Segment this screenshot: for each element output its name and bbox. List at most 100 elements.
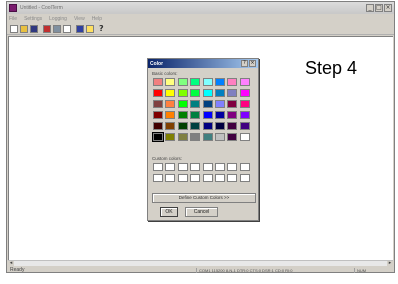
ok-button[interactable]: OK [160, 207, 178, 217]
color-dialog: Color ? × Basic colors: Custom colors: D… [147, 58, 259, 221]
basic-color-swatch[interactable] [190, 89, 201, 97]
basic-color-swatch[interactable] [227, 89, 238, 97]
basic-color-swatch[interactable] [239, 100, 250, 108]
basic-color-swatch[interactable] [239, 89, 250, 97]
custom-color-swatch[interactable] [177, 163, 188, 171]
clear-icon[interactable] [76, 24, 84, 33]
custom-color-swatch[interactable] [190, 163, 201, 171]
basic-colors-label: Basic colors: [152, 71, 178, 76]
toolbar: ? [7, 23, 394, 35]
basic-color-swatch[interactable] [177, 100, 188, 108]
basic-color-swatch[interactable] [165, 111, 176, 119]
basic-color-swatch[interactable] [239, 122, 250, 130]
basic-color-swatch[interactable] [227, 122, 238, 130]
menu-settings[interactable]: Settings [24, 16, 42, 22]
basic-color-swatch[interactable] [190, 133, 201, 141]
basic-color-swatch[interactable] [177, 78, 188, 86]
menu-logging[interactable]: Logging [49, 16, 67, 22]
custom-color-swatch[interactable] [227, 163, 238, 171]
basic-color-swatch[interactable] [202, 133, 213, 141]
basic-color-swatch[interactable] [190, 111, 201, 119]
close-button[interactable]: × [384, 4, 392, 12]
dialog-title-bar[interactable]: Color ? × [148, 59, 258, 68]
basic-color-swatch[interactable] [153, 111, 163, 119]
custom-color-swatch[interactable] [214, 174, 225, 182]
basic-color-swatch[interactable] [153, 100, 163, 108]
basic-color-swatch[interactable] [153, 89, 163, 97]
basic-color-swatch[interactable] [153, 122, 163, 130]
basic-color-swatch[interactable] [214, 122, 225, 130]
basic-color-swatch[interactable] [177, 89, 188, 97]
custom-color-swatch[interactable] [177, 174, 188, 182]
menu-help[interactable]: Help [92, 16, 102, 22]
menu-file[interactable]: File [9, 16, 17, 22]
maximize-button[interactable]: □ [375, 4, 383, 12]
basic-color-swatch[interactable] [239, 78, 250, 86]
app-icon [9, 4, 17, 12]
about-icon[interactable] [86, 24, 94, 33]
basic-color-swatch[interactable] [190, 78, 201, 86]
basic-color-swatch[interactable] [177, 111, 188, 119]
basic-color-swatch[interactable] [190, 100, 201, 108]
save-icon[interactable] [30, 24, 38, 33]
basic-color-swatch[interactable] [202, 78, 213, 86]
help-icon[interactable]: ? [99, 24, 105, 33]
basic-color-swatch[interactable] [202, 111, 213, 119]
define-custom-colors-button[interactable]: Define Custom Colors >> [152, 193, 256, 203]
disconnect-icon[interactable] [53, 24, 61, 33]
minimize-button[interactable]: _ [366, 4, 374, 12]
basic-color-swatch[interactable] [165, 78, 176, 86]
custom-color-swatch[interactable] [153, 174, 163, 182]
status-bar: Ready COM1 115200 8-N-1 DTR:0 CTS:0 DSR:… [7, 266, 394, 274]
open-icon[interactable] [20, 24, 28, 33]
custom-colors-grid [153, 163, 250, 182]
basic-color-swatch[interactable] [227, 133, 238, 141]
basic-color-swatch[interactable] [152, 132, 164, 142]
basic-color-swatch[interactable] [165, 133, 176, 141]
menu-bar: File Settings Logging View Help [7, 14, 394, 23]
basic-color-swatch[interactable] [202, 122, 213, 130]
basic-color-swatch[interactable] [227, 100, 238, 108]
basic-color-swatch[interactable] [214, 89, 225, 97]
custom-color-swatch[interactable] [202, 163, 213, 171]
custom-color-swatch[interactable] [165, 174, 176, 182]
custom-color-swatch[interactable] [202, 174, 213, 182]
custom-color-swatch[interactable] [165, 163, 176, 171]
basic-color-swatch[interactable] [214, 133, 225, 141]
custom-color-swatch[interactable] [239, 174, 250, 182]
basic-color-swatch[interactable] [190, 122, 201, 130]
basic-color-swatch[interactable] [165, 122, 176, 130]
dialog-help-button[interactable]: ? [241, 60, 248, 67]
menu-view[interactable]: View [74, 16, 85, 22]
basic-color-swatch[interactable] [177, 133, 188, 141]
connect-icon[interactable] [43, 24, 51, 33]
status-connection: COM1 115200 8-N-1 DTR:0 CTS:0 DSR:1 CD:0… [196, 267, 354, 273]
basic-color-swatch[interactable] [214, 78, 225, 86]
step-label: Step 4 [305, 58, 358, 78]
basic-color-swatch[interactable] [214, 111, 225, 119]
cancel-button[interactable]: Cancel [185, 207, 218, 217]
custom-color-swatch[interactable] [214, 163, 225, 171]
basic-color-swatch[interactable] [214, 100, 225, 108]
status-ready: Ready [10, 267, 25, 273]
window-controls: _ □ × [366, 4, 392, 12]
title-bar[interactable]: Untitled - CoolTerm _ □ × [7, 2, 394, 14]
custom-color-swatch[interactable] [227, 174, 238, 182]
basic-color-swatch[interactable] [227, 111, 238, 119]
properties-icon[interactable] [63, 24, 71, 33]
basic-color-swatch[interactable] [177, 122, 188, 130]
new-icon[interactable] [10, 24, 18, 33]
basic-color-swatch[interactable] [227, 78, 238, 86]
basic-color-swatch[interactable] [202, 89, 213, 97]
dialog-close-button[interactable]: × [249, 60, 256, 67]
basic-color-swatch[interactable] [239, 133, 250, 141]
basic-color-swatch[interactable] [165, 100, 176, 108]
basic-color-swatch[interactable] [153, 78, 163, 86]
custom-color-swatch[interactable] [190, 174, 201, 182]
basic-color-swatch[interactable] [165, 89, 176, 97]
custom-color-swatch[interactable] [239, 163, 250, 171]
basic-color-swatch[interactable] [202, 100, 213, 108]
basic-color-swatch[interactable] [239, 111, 250, 119]
custom-color-swatch[interactable] [153, 163, 163, 171]
window-title: Untitled - CoolTerm [20, 5, 63, 11]
